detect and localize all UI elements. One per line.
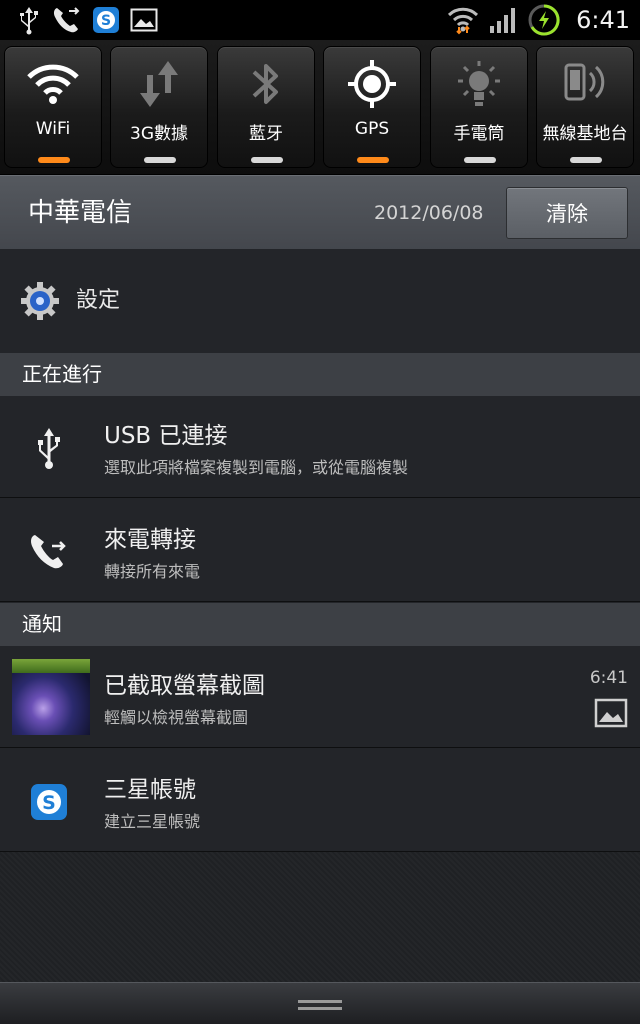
status-bar: S 6:41: [0, 0, 640, 40]
status-time: 6:41: [576, 6, 630, 34]
settings-gear-icon: [20, 281, 60, 321]
phone-forward-icon: [24, 527, 74, 577]
notification-title: USB 已連接: [104, 423, 228, 449]
toggle-indicator-on: [38, 157, 70, 163]
usb-icon: [14, 4, 44, 36]
signal-icon: [486, 4, 518, 36]
toggle-label: 手電筒: [453, 124, 505, 144]
notification-subtitle: 輕觸以檢視螢幕截圖: [104, 708, 249, 727]
phone-forward-icon: [50, 4, 84, 36]
toggle-wifi[interactable]: WiFi: [4, 46, 102, 168]
header-date: 2012/06/08: [374, 202, 484, 224]
toggle-label: 無線基地台: [542, 124, 628, 144]
svg-text:S: S: [42, 792, 56, 814]
grip-icon: [298, 997, 342, 1011]
notification-title: 來電轉接: [104, 527, 196, 553]
toggle-label: WiFi: [35, 119, 71, 139]
notification-samsung-account[interactable]: S 三星帳號 建立三星帳號: [0, 750, 640, 852]
carrier-name: 中華電信: [28, 198, 133, 228]
notification-screenshot[interactable]: 已截取螢幕截圖 輕觸以檢視螢幕截圖 6:41: [0, 646, 640, 748]
notification-subtitle: 轉接所有來電: [104, 562, 201, 581]
section-ongoing-header: 正在進行: [0, 353, 640, 396]
samsung-account-icon: S: [24, 777, 74, 827]
toggle-mobile-data[interactable]: 3G數據: [110, 46, 208, 168]
notification-subtitle: 選取此項將檔案複製到電腦，或從電腦複製: [104, 458, 409, 477]
panel-drag-handle[interactable]: [0, 982, 640, 1024]
wifi-icon: [5, 55, 101, 113]
usb-icon: [24, 423, 74, 473]
notification-time: 6:41: [589, 668, 628, 688]
notification-title: 三星帳號: [104, 777, 196, 803]
gallery-icon: [128, 4, 160, 36]
toggle-indicator-off: [251, 157, 283, 163]
gps-icon: [324, 55, 420, 113]
screenshot-thumbnail: [12, 659, 90, 735]
quick-settings-bar: WiFi 3G數據 藍牙 GPS 手電筒 無線基地台: [0, 40, 640, 175]
toggle-gps[interactable]: GPS: [323, 46, 421, 168]
toggle-indicator-off: [144, 157, 176, 163]
settings-shortcut[interactable]: 設定: [0, 249, 640, 353]
notification-panel: S 6:41 WiFi 3G數據 藍牙 GPS 手電筒 無線基地台 中華電信 2…: [0, 0, 640, 1024]
notification-subtitle: 建立三星帳號: [104, 812, 201, 831]
wifi-icon: [446, 4, 480, 36]
toggle-indicator-off: [464, 157, 496, 163]
samsung-account-icon: S: [90, 4, 122, 36]
svg-text:S: S: [101, 13, 111, 29]
flashlight-icon: [431, 55, 527, 113]
toggle-flashlight[interactable]: 手電筒: [430, 46, 528, 168]
notification-header: 中華電信 2012/06/08 清除: [0, 175, 640, 249]
toggle-hotspot[interactable]: 無線基地台: [536, 46, 634, 168]
toggle-indicator-off: [570, 157, 602, 163]
gallery-icon: [594, 698, 628, 728]
settings-label: 設定: [76, 288, 121, 313]
notification-title: 已截取螢幕截圖: [104, 673, 265, 699]
toggle-bluetooth[interactable]: 藍牙: [217, 46, 315, 168]
mobile-data-icon: [111, 55, 207, 113]
panel-empty-area: [0, 852, 640, 982]
toggle-label: 藍牙: [249, 124, 283, 144]
toggle-label: 3G數據: [130, 124, 188, 144]
notification-call-forwarding[interactable]: 來電轉接 轉接所有來電: [0, 500, 640, 602]
bluetooth-icon: [218, 55, 314, 113]
section-notifications-header: 通知: [0, 603, 640, 646]
toggle-label: GPS: [354, 119, 390, 139]
clear-button[interactable]: 清除: [506, 187, 628, 239]
notification-usb-connected[interactable]: USB 已連接 選取此項將檔案複製到電腦，或從電腦複製: [0, 396, 640, 498]
hotspot-icon: [537, 55, 633, 113]
battery-charging-icon: [526, 4, 562, 36]
toggle-indicator-on: [357, 157, 389, 163]
